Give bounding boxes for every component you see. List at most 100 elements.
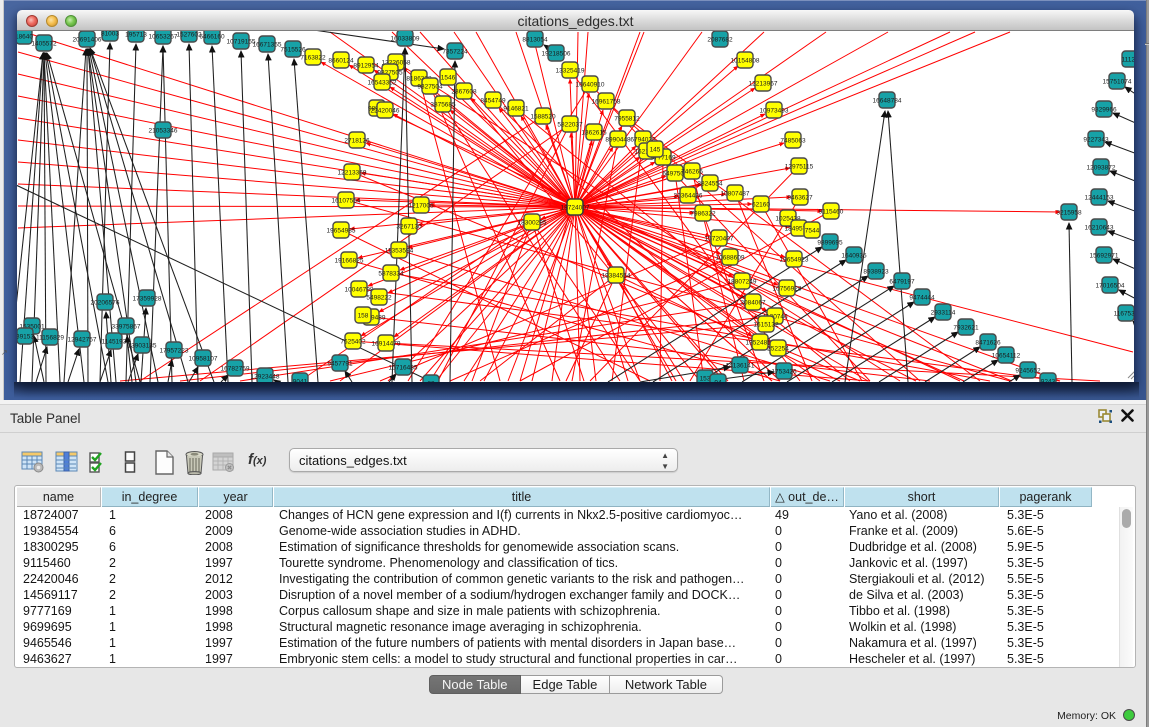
svg-text:9327504: 9327504	[417, 84, 443, 91]
svg-text:11123: 11123	[1121, 57, 1134, 64]
svg-text:16543362: 16543362	[368, 80, 397, 87]
svg-text:7544: 7544	[805, 228, 820, 235]
svg-text:1588520: 1588520	[530, 114, 556, 121]
svg-text:3875685: 3875685	[430, 102, 456, 109]
svg-text:8938923: 8938923	[863, 269, 889, 276]
svg-text:16648784: 16648784	[873, 98, 902, 105]
svg-text:2718126: 2718126	[344, 138, 370, 145]
svg-text:16640910: 16640910	[576, 82, 605, 89]
svg-text:12213967: 12213967	[749, 81, 778, 88]
svg-text:12923448: 12923448	[251, 374, 280, 381]
svg-text:17016504: 17016504	[1096, 283, 1125, 290]
svg-text:15716485: 15716485	[389, 365, 418, 372]
svg-text:145: 145	[650, 147, 661, 154]
svg-text:1362615: 1362615	[581, 130, 607, 137]
svg-text:195713: 195713	[125, 32, 147, 39]
svg-text:7955812: 7955812	[614, 116, 640, 123]
svg-text:9146821: 9146821	[503, 106, 529, 113]
svg-text:16961758: 16961758	[592, 99, 621, 106]
svg-text:8813054: 8813054	[522, 37, 548, 44]
svg-text:9463627: 9463627	[787, 195, 813, 202]
svg-text:1145193: 1145193	[102, 339, 127, 346]
svg-text:17359928: 17359928	[133, 296, 162, 303]
svg-text:19654985: 19654985	[327, 228, 356, 235]
svg-text:16033809: 16033809	[391, 36, 420, 43]
svg-text:18300295: 18300295	[518, 220, 547, 227]
svg-text:21053346: 21053346	[149, 128, 178, 135]
svg-text:20691406: 20691406	[73, 37, 102, 44]
svg-text:16107554: 16107554	[332, 198, 361, 205]
svg-text:17957223: 17957223	[160, 348, 189, 355]
svg-text:20206576: 20206576	[91, 300, 120, 307]
svg-text:8471626: 8471626	[975, 340, 1001, 347]
svg-text:7485063: 7485063	[780, 138, 806, 145]
svg-text:12093872: 12093872	[1087, 165, 1116, 172]
svg-text:252254: 252254	[767, 346, 789, 353]
svg-text:8660124: 8660124	[328, 58, 354, 65]
svg-text:9457791: 9457791	[327, 361, 353, 368]
svg-text:13325419: 13325419	[556, 68, 585, 75]
svg-text:19384554: 19384554	[602, 273, 631, 280]
svg-text:3084067: 3084067	[740, 300, 766, 307]
svg-text:16914479: 16914479	[372, 341, 401, 348]
svg-text:19166825: 19166825	[335, 258, 364, 265]
svg-text:81003: 81003	[101, 31, 119, 38]
svg-text:9329966: 9329966	[1091, 107, 1117, 114]
svg-text:1405572: 1405572	[31, 41, 57, 48]
svg-text:7625402: 7625402	[340, 339, 366, 346]
svg-text:1615132: 1615132	[753, 322, 779, 329]
svg-text:12213369: 12213369	[338, 170, 367, 177]
svg-text:1527602: 1527602	[176, 32, 202, 39]
svg-text:19218506: 19218506	[542, 51, 571, 58]
svg-text:10807487: 10807487	[721, 191, 750, 198]
svg-text:39153: 39153	[17, 334, 34, 341]
svg-text:10756928: 10756928	[773, 286, 802, 293]
svg-text:33975867: 33975867	[112, 324, 141, 331]
svg-text:12942757: 12942757	[68, 337, 97, 344]
svg-text:1640935: 1640935	[841, 253, 867, 260]
svg-text:3267130: 3267130	[396, 224, 422, 231]
svg-text:7357224: 7357224	[442, 49, 468, 56]
svg-text:10046798: 10046798	[345, 287, 374, 294]
svg-text:1753426: 1753426	[771, 369, 797, 376]
svg-text:5498222: 5498222	[366, 295, 392, 302]
svg-text:7932621: 7932621	[953, 325, 979, 332]
svg-text:5878334: 5878334	[378, 271, 404, 278]
svg-text:7163822: 7163822	[300, 55, 326, 62]
svg-text:2087682: 2087682	[707, 37, 733, 44]
svg-text:7515526: 7515526	[280, 47, 306, 54]
svg-text:10719155: 10719155	[227, 39, 256, 46]
svg-text:6466160: 6466160	[199, 34, 225, 41]
svg-text:10653267: 10653267	[149, 34, 178, 41]
svg-text:9245652: 9245652	[1015, 368, 1041, 375]
svg-text:10973493: 10973493	[760, 108, 789, 115]
svg-text:18640: 18640	[17, 34, 33, 41]
svg-text:16210643: 16210643	[1085, 225, 1114, 232]
svg-text:16782759: 16782759	[221, 366, 250, 373]
svg-text:1546: 1546	[441, 75, 456, 82]
svg-text:19654923: 19654923	[780, 257, 809, 264]
svg-text:10688609: 10688609	[716, 255, 745, 262]
svg-text:9899695: 9899695	[817, 240, 843, 247]
svg-text:746266: 746266	[681, 169, 703, 176]
svg-text:18807249: 18807249	[728, 279, 757, 286]
svg-text:8912954: 8912954	[353, 63, 379, 70]
svg-text:3215958: 3215958	[1056, 210, 1082, 217]
svg-text:10154808: 10154808	[731, 58, 760, 65]
svg-text:20364436: 20364436	[674, 193, 703, 200]
svg-text:8454749: 8454749	[480, 98, 506, 105]
svg-text:14136141: 14136141	[726, 363, 755, 370]
svg-text:15720407: 15720407	[705, 236, 734, 243]
svg-text:2867608: 2867608	[451, 89, 477, 96]
svg-text:7986322: 7986322	[690, 211, 716, 218]
svg-text:3824554: 3824554	[697, 181, 723, 188]
svg-text:12975115: 12975115	[785, 164, 814, 171]
svg-text:11156829: 11156829	[36, 335, 64, 342]
svg-text:1217006: 1217006	[408, 203, 434, 210]
svg-text:158: 158	[358, 313, 369, 320]
svg-text:62160: 62160	[752, 202, 770, 209]
svg-text:11353594: 11353594	[385, 248, 414, 255]
svg-text:9474444: 9474444	[909, 295, 935, 302]
svg-text:10654112: 10654112	[992, 353, 1021, 360]
svg-text:1167534: 1167534	[1114, 311, 1134, 318]
